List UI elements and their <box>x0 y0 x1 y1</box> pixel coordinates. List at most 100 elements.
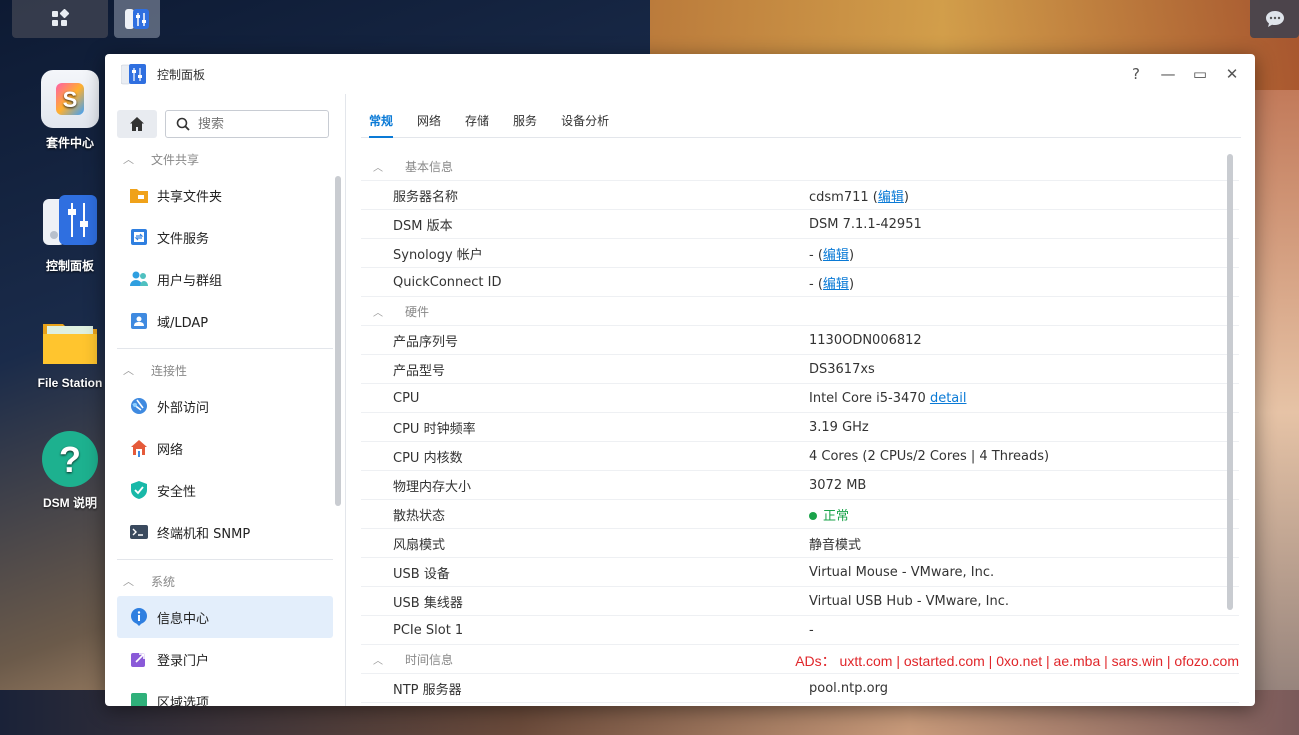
group-header-time[interactable]: ︿ 时间信息 ADs： uxtt.com | ostarted.com | 0x… <box>361 645 1239 674</box>
tab-storage[interactable]: 存储 <box>453 94 501 137</box>
group-header-hardware[interactable]: ︿ 硬件 <box>361 297 1239 326</box>
sidebar-item-info-center[interactable]: 信息中心 <box>117 596 333 638</box>
search-icon <box>176 117 190 131</box>
tab-network[interactable]: 网络 <box>405 94 453 137</box>
group-title: 时间信息 <box>405 652 454 667</box>
sidebar-item-terminal-snmp[interactable]: 终端机和 SNMP <box>117 511 333 553</box>
row-key: PCIe Slot 1 <box>393 622 464 638</box>
window-titlebar[interactable]: 控制面板 ? — ▭ ✕ <box>105 54 1255 94</box>
tab-services[interactable]: 服务 <box>501 94 549 137</box>
desktop-icon-label: File Station <box>37 376 103 390</box>
sidebar-item-label: 用户与群组 <box>157 273 223 289</box>
divider <box>117 348 333 349</box>
tab-general[interactable]: 常规 <box>369 94 405 138</box>
value-text: - <box>809 276 814 292</box>
chevron-up-icon: ︿ <box>123 153 134 166</box>
table-row: 物理内存大小 3072 MB <box>361 471 1239 500</box>
table-row: QuickConnect ID - (编辑) <box>361 268 1239 297</box>
group-title: 基本信息 <box>405 159 454 174</box>
chat-icon <box>1265 11 1284 27</box>
table-row: CPU Intel Core i5-3470 detail <box>361 384 1239 413</box>
package-center-icon: S <box>41 70 99 128</box>
svg-text:S: S <box>63 87 78 112</box>
row-key: CPU 内核数 <box>393 450 463 466</box>
row-key: USB 集线器 <box>393 595 463 611</box>
sidebar-item-security[interactable]: 安全性 <box>117 469 333 511</box>
close-button[interactable]: ✕ <box>1223 64 1241 84</box>
table-row: 服务器名称 cdsm711 (编辑) <box>361 181 1239 210</box>
sidebar-item-shared-folder[interactable]: 共享文件夹 <box>117 174 333 216</box>
taskbar-control-panel[interactable] <box>114 0 160 38</box>
shield-icon <box>131 481 147 499</box>
notifications-button[interactable] <box>1250 0 1299 38</box>
search-box[interactable] <box>165 110 329 138</box>
section-title: 文件共享 <box>151 152 200 167</box>
search-input[interactable] <box>198 116 308 132</box>
tab-bar: 常规 网络 存储 服务 设备分析 <box>361 94 1241 138</box>
users-icon <box>130 271 148 286</box>
row-key: 物理内存大小 <box>393 479 472 495</box>
domain-icon <box>131 313 147 329</box>
help-button[interactable]: ? <box>1127 64 1145 84</box>
group-header-basic[interactable]: ︿ 基本信息 <box>361 152 1239 181</box>
detail-link[interactable]: detail <box>930 391 967 406</box>
edit-link[interactable]: 编辑 <box>823 277 849 292</box>
sidebar-item-users-groups[interactable]: 用户与群组 <box>117 258 333 300</box>
home-button[interactable] <box>117 110 157 138</box>
row-key: 产品型号 <box>393 363 446 379</box>
control-panel-icon <box>121 64 146 85</box>
row-key: USB 设备 <box>393 566 450 582</box>
desktop-dsm-help[interactable]: ? DSM 说明 <box>30 430 110 511</box>
sidebar-item-label: 登录门户 <box>157 653 210 669</box>
row-key: 产品序列号 <box>393 334 459 350</box>
desktop-package-center[interactable]: S 套件中心 <box>30 70 110 151</box>
table-row: 风扇模式 静音模式 <box>361 529 1239 558</box>
help-icon: ? <box>41 430 99 488</box>
sidebar-item-domain-ldap[interactable]: 域/LDAP <box>117 300 333 342</box>
row-value: DS3617xs <box>809 361 875 377</box>
row-value: 1130ODN006812 <box>809 332 922 348</box>
sidebar-item-external-access[interactable]: 外部访问 <box>117 385 333 427</box>
table-row: USB 集线器 Virtual USB Hub - VMware, Inc. <box>361 587 1239 616</box>
sidebar-item-file-services[interactable]: 文件服务 <box>117 216 333 258</box>
external-access-icon <box>131 398 147 414</box>
main-scrollbar[interactable] <box>1227 154 1233 610</box>
desktop-control-panel[interactable]: 控制面板 <box>30 193 110 274</box>
row-key: Synology 帐户 <box>393 247 483 263</box>
table-row: PCIe Slot 1 - <box>361 616 1239 645</box>
info-icon <box>131 608 147 626</box>
login-portal-icon <box>131 653 145 667</box>
section-header-file-sharing[interactable]: ︿ 文件共享 <box>117 144 333 174</box>
sidebar-scrollbar[interactable] <box>335 176 341 506</box>
row-value: 正常 <box>809 505 1239 524</box>
section-header-system[interactable]: ︿ 系统 <box>117 566 333 596</box>
row-value: DSM 7.1.1-42951 <box>809 216 922 232</box>
main-panel: 常规 网络 存储 服务 设备分析 ︿ 基本信息 服务器名称 cdsm711 (编… <box>361 94 1241 706</box>
sidebar-item-regional-options[interactable]: 区域选项 <box>117 680 333 706</box>
desktop-file-station[interactable]: File Station <box>30 312 110 390</box>
row-value: 3.19 GHz <box>809 419 869 435</box>
desktop-icon-label: DSM 说明 <box>42 496 97 510</box>
row-key: 风扇模式 <box>393 537 446 553</box>
maximize-button[interactable]: ▭ <box>1191 64 1209 84</box>
tab-device-analytics[interactable]: 设备分析 <box>549 94 621 137</box>
chevron-up-icon: ︿ <box>373 307 383 319</box>
chevron-up-icon: ︿ <box>123 364 134 377</box>
status-dot-icon <box>809 511 817 520</box>
main-menu-button[interactable] <box>12 0 108 38</box>
minimize-button[interactable]: — <box>1159 64 1177 84</box>
sidebar-item-network[interactable]: 网络 <box>117 427 333 469</box>
sidebar-item-label: 域/LDAP <box>157 315 209 331</box>
row-value: Virtual Mouse - VMware, Inc. <box>809 564 995 580</box>
row-value: 3072 MB <box>809 477 867 493</box>
table-row: Synology 帐户 - (编辑) <box>361 239 1239 268</box>
edit-link[interactable]: 编辑 <box>823 248 849 263</box>
row-value: - (编辑) <box>809 276 855 292</box>
value-text: Intel Core i5-3470 <box>809 390 926 406</box>
row-key: 散热状态 <box>393 508 446 524</box>
sidebar-item-login-portal[interactable]: 登录门户 <box>117 638 333 680</box>
edit-link[interactable]: 编辑 <box>878 190 904 205</box>
table-row: 产品序列号 1130ODN006812 <box>361 326 1239 355</box>
row-value: cdsm711 (编辑) <box>809 189 909 205</box>
section-header-connectivity[interactable]: ︿ 连接性 <box>117 355 333 385</box>
